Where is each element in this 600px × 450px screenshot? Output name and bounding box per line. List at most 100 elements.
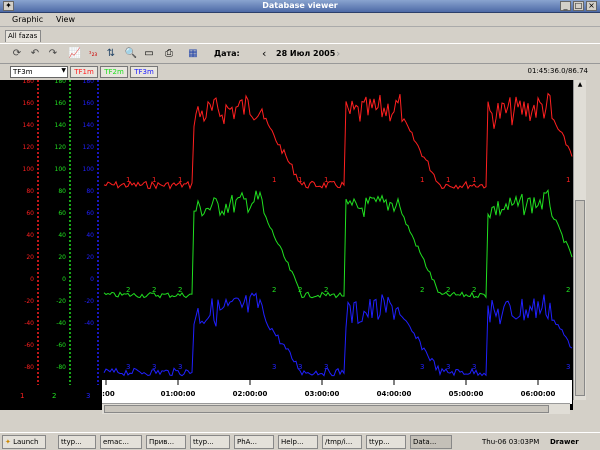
series-tf1m-line-marker: 1 xyxy=(152,176,156,184)
y-tick-green: -40 xyxy=(56,320,66,327)
y-tick-red: 60 xyxy=(26,210,34,217)
vertical-scroll-thumb[interactable] xyxy=(575,200,585,396)
task-item-5[interactable]: PhA... xyxy=(234,435,274,449)
series-tf3m-line-marker: 3 xyxy=(126,363,130,371)
redo-icon[interactable]: ↷ xyxy=(46,47,60,61)
menu-graphic[interactable]: Graphic xyxy=(12,15,43,24)
task-item-8[interactable]: ttyp... xyxy=(366,435,406,449)
menu-view[interactable]: View xyxy=(56,15,75,24)
taskbar: ✦ Launch ttyp... emac... Прив... ttyp...… xyxy=(0,432,600,450)
series-tf2m-line-marker: 2 xyxy=(126,286,130,294)
series-tf3m-line-marker: 3 xyxy=(420,363,424,371)
y-tick-red: 100 xyxy=(23,166,35,173)
prev-date-icon[interactable]: ‹ xyxy=(262,47,266,60)
maximize-icon[interactable]: □ xyxy=(573,1,584,11)
refresh-icon[interactable]: ⟳ xyxy=(10,47,24,61)
y-tick-red: 80 xyxy=(26,188,34,195)
series-tf2m-line-marker: 2 xyxy=(566,286,570,294)
x-tick-label: 05:00:00 xyxy=(449,390,484,398)
y-tick-blue: 80 xyxy=(86,188,94,195)
task-item-6[interactable]: Help... xyxy=(278,435,318,449)
y-tick-red: -40 xyxy=(24,320,34,327)
series-tf1m-line-marker: 1 xyxy=(420,176,424,184)
y-tick-green: 140 xyxy=(55,122,67,129)
y-tick-blue: -20 xyxy=(84,298,94,305)
series-tf2m-line-marker: 2 xyxy=(152,286,156,294)
calendar-icon[interactable]: ▦ xyxy=(186,47,200,61)
y-tick-red: 120 xyxy=(23,144,35,151)
chart-svg[interactable]: 180160140120100806040200-20-40-60-801801… xyxy=(0,78,600,410)
series-button-tf3m[interactable]: TF3m xyxy=(130,66,158,78)
series-tf1m-line-marker: 1 xyxy=(298,176,302,184)
tab-all-fazas[interactable]: All fazas xyxy=(5,30,41,42)
drawer-label[interactable]: Drawer xyxy=(550,438,579,446)
axis-footer-label: 3 xyxy=(86,392,90,400)
y-tick-green: 80 xyxy=(58,188,66,195)
zoom-icon[interactable]: 🔍 xyxy=(124,47,138,61)
x-tick-label: 03:00:00 xyxy=(305,390,340,398)
y-tick-green: -20 xyxy=(56,298,66,305)
horizontal-scrollbar[interactable] xyxy=(102,403,570,414)
task-item-database-viewer[interactable]: Data... xyxy=(410,435,452,449)
vertical-scrollbar[interactable]: ▲ xyxy=(573,80,586,400)
task-item-2[interactable]: emac... xyxy=(100,435,142,449)
launch-button[interactable]: ✦ Launch xyxy=(2,435,46,449)
series-tf3m-line-marker: 3 xyxy=(472,363,476,371)
y-tick-blue: 20 xyxy=(86,254,94,261)
series-tf1m-line-marker: 1 xyxy=(472,176,476,184)
series-tf1m-line-marker: 1 xyxy=(446,176,450,184)
clock: Thu-06 03:03PM xyxy=(482,438,540,446)
series-tf2m-line-marker: 2 xyxy=(272,286,276,294)
next-date-icon[interactable]: › xyxy=(336,47,340,60)
series-tf3m-line-marker: 3 xyxy=(324,363,328,371)
y-tick-red: -60 xyxy=(24,342,34,349)
series-combo[interactable]: TF3m ▼ xyxy=(10,66,68,78)
print-icon[interactable]: ⎙ xyxy=(162,47,176,61)
task-item-3[interactable]: Прив... xyxy=(146,435,186,449)
toolbar: ⟳ ↶ ↷ 📈 ¹₂₃ ⇅ 🔍 ▭ ⎙ ▦ Дата: ‹ 28 Июл 200… xyxy=(0,43,600,64)
x-tick-label: 04:00:00 xyxy=(377,390,412,398)
y-tick-green: 120 xyxy=(55,144,67,151)
series-tf2m-line-marker: 2 xyxy=(178,286,182,294)
scroll-up-icon[interactable]: ▲ xyxy=(575,81,585,91)
y-tick-blue: 40 xyxy=(86,232,94,239)
series-tf1m-line-marker: 1 xyxy=(324,176,328,184)
series-button-tf2m[interactable]: TF2m xyxy=(100,66,128,78)
task-item-1[interactable]: ttyp... xyxy=(58,435,96,449)
axis-footer-label: 1 xyxy=(20,392,24,400)
series-tf3m-line-marker: 3 xyxy=(178,363,182,371)
y-tick-red: -20 xyxy=(24,298,34,305)
y-tick-green: -80 xyxy=(56,364,66,371)
date-value: 28 Июл 2005 xyxy=(276,49,336,58)
axis-footer-label: 2 xyxy=(52,392,56,400)
chart-icon[interactable]: 📈 xyxy=(68,47,82,61)
x-tick-label: 06:00:00 xyxy=(521,390,556,398)
minimize-icon[interactable]: _ xyxy=(560,1,571,11)
x-tick-label: 02:00:00 xyxy=(233,390,268,398)
y-tick-green: -60 xyxy=(56,342,66,349)
numbers-icon[interactable]: ¹₂₃ xyxy=(86,47,100,61)
series-button-tf1m[interactable]: TF1m xyxy=(70,66,98,78)
series-tf3m-line-marker: 3 xyxy=(152,363,156,371)
y-tick-red: 160 xyxy=(23,100,35,107)
series-tf1m-line-marker: 1 xyxy=(126,176,130,184)
task-item-4[interactable]: ttyp... xyxy=(190,435,230,449)
y-tick-blue: 160 xyxy=(83,100,95,107)
task-item-7[interactable]: /tmp/i... xyxy=(322,435,362,449)
undo-icon[interactable]: ↶ xyxy=(28,47,42,61)
date-label: Дата: xyxy=(214,49,240,58)
y-tick-red: 0 xyxy=(30,276,34,283)
close-icon[interactable]: × xyxy=(586,1,597,11)
x-tick-label: 0:00 xyxy=(97,390,115,398)
chevron-down-icon: ▼ xyxy=(61,67,66,74)
chart-area[interactable]: 180 160 140 120 100 80 60 40 20 0 -20 -40 -60 -80 180 1… xyxy=(0,78,600,410)
swap-icon[interactable]: ⇅ xyxy=(104,47,118,61)
y-tick-red: 40 xyxy=(26,232,34,239)
y-tick-red: 140 xyxy=(23,122,35,129)
ruler-icon[interactable]: ▭ xyxy=(142,47,156,61)
y-tick-green: 20 xyxy=(58,254,66,261)
series-tf1m-line-marker: 1 xyxy=(566,176,570,184)
horizontal-scroll-thumb[interactable] xyxy=(104,405,549,413)
series-tf2m-line-marker: 2 xyxy=(298,286,302,294)
launch-label: Launch xyxy=(13,438,39,446)
